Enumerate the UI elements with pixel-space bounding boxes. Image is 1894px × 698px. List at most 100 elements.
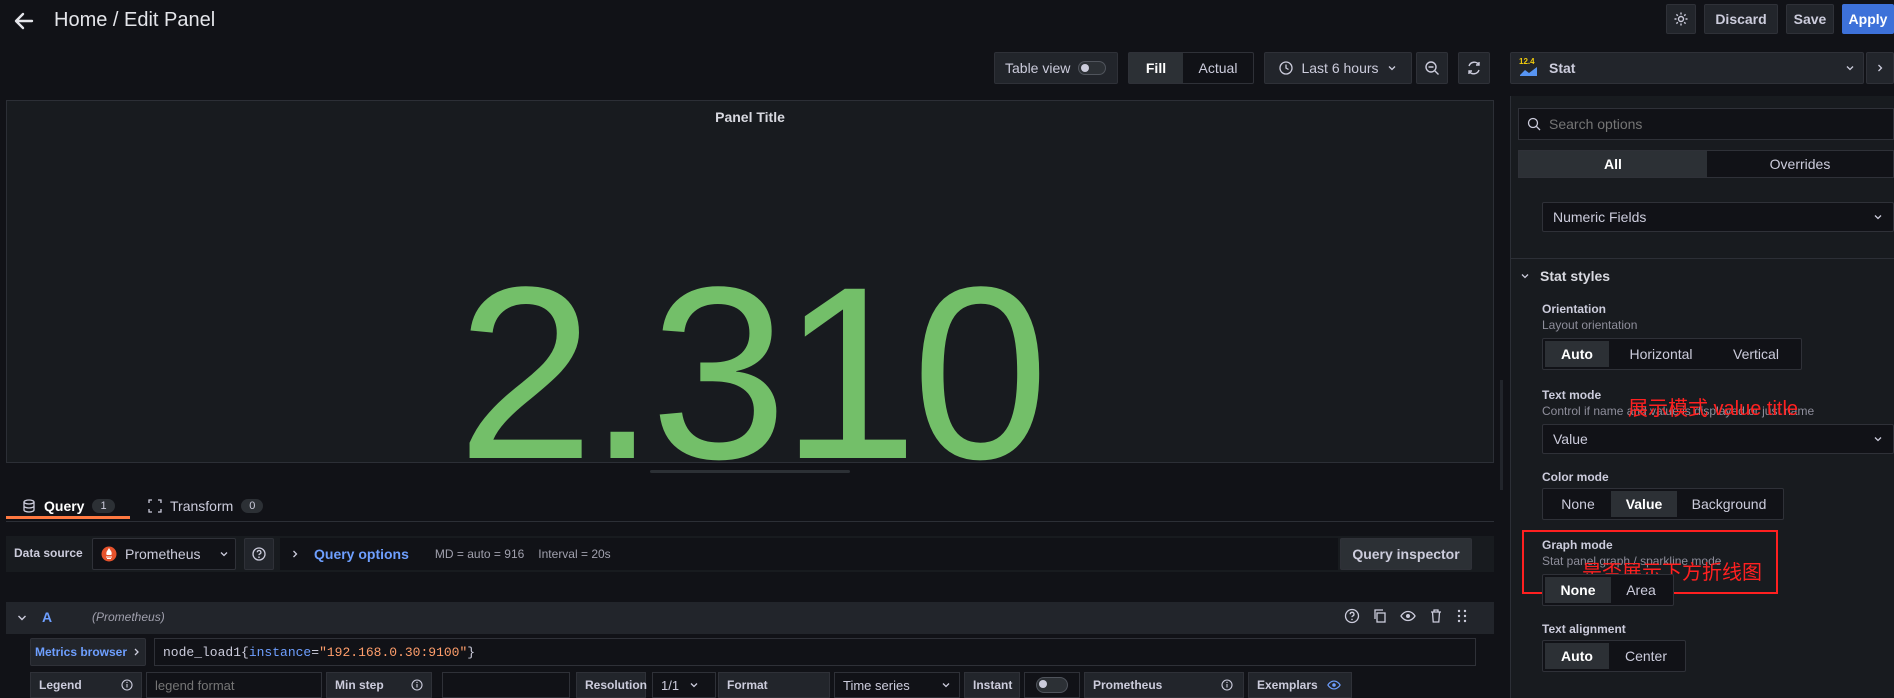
- color-mode-background[interactable]: Background: [1677, 491, 1781, 517]
- query-label-value: "192.168.0.30:9100": [319, 644, 468, 660]
- chevron-down-icon: [1520, 271, 1530, 281]
- exemplars-label: Exemplars: [1257, 678, 1318, 692]
- tab-transform-label: Transform: [170, 498, 234, 514]
- chevron-right-icon: [1875, 63, 1885, 73]
- chevron-down-icon[interactable]: [16, 612, 28, 624]
- text-mode-annotation: 展示模式 value title: [1628, 398, 1799, 420]
- discard-button[interactable]: Discard: [1704, 4, 1778, 34]
- chevron-down-icon: [219, 549, 229, 559]
- time-range-label: Last 6 hours: [1301, 60, 1379, 76]
- chevron-down-icon: [1873, 212, 1883, 222]
- min-step-input[interactable]: [442, 672, 570, 698]
- color-mode-value[interactable]: Value: [1611, 491, 1677, 517]
- fill-button[interactable]: Fill: [1129, 53, 1183, 83]
- text-alignment-center[interactable]: Center: [1609, 643, 1683, 669]
- query-source: (Prometheus): [92, 610, 165, 624]
- chevron-right-icon: [133, 647, 141, 657]
- exemplars-label-cell: Exemplars: [1248, 672, 1352, 698]
- metrics-browser-button[interactable]: Metrics browser: [30, 638, 146, 666]
- instant-toggle[interactable]: [1036, 677, 1068, 693]
- info-icon[interactable]: [1221, 679, 1233, 691]
- chevron-down-icon: [1387, 63, 1397, 73]
- fill-actual-group: Fill Actual: [1128, 52, 1254, 84]
- orientation-vertical[interactable]: Vertical: [1713, 341, 1799, 367]
- copy-icon[interactable]: [1372, 608, 1388, 624]
- text-mode-select[interactable]: Value: [1542, 424, 1894, 454]
- info-icon[interactable]: [411, 679, 423, 691]
- graph-mode-none[interactable]: None: [1545, 577, 1611, 603]
- query-letter[interactable]: A: [42, 609, 52, 625]
- stat-value: 2.310: [457, 236, 1049, 511]
- tab-transform[interactable]: Transform 0: [148, 492, 264, 520]
- graph-mode-radio: None Area: [1542, 574, 1674, 606]
- settings-button[interactable]: [1666, 4, 1696, 34]
- active-tab-indicator: [6, 516, 130, 519]
- prometheus-label-cell: Prometheus: [1084, 672, 1244, 698]
- query-actions: [1344, 608, 1468, 624]
- query-inspector-button[interactable]: Query inspector: [1340, 538, 1472, 570]
- resolution-select[interactable]: 1/1: [652, 672, 716, 698]
- orientation-horizontal[interactable]: Horizontal: [1609, 341, 1713, 367]
- apply-button[interactable]: Apply: [1842, 4, 1894, 34]
- collapse-options-button[interactable]: [1866, 52, 1894, 84]
- panel-title[interactable]: Panel Title: [7, 109, 1493, 125]
- text-alignment-title: Text alignment: [1542, 622, 1626, 636]
- stat-visualization-icon: 12.4: [1519, 57, 1539, 77]
- vertical-resize-handle[interactable]: [1500, 380, 1503, 490]
- info-icon[interactable]: [121, 679, 133, 691]
- format-value: Time series: [843, 677, 910, 693]
- text-alignment-auto[interactable]: Auto: [1545, 643, 1609, 669]
- drag-handle-icon[interactable]: [1456, 608, 1468, 624]
- panel-preview[interactable]: Panel Title 2.310: [6, 100, 1494, 497]
- query-label-key: instance: [248, 644, 312, 660]
- refresh-button[interactable]: [1458, 52, 1490, 84]
- eye-icon[interactable]: [1400, 608, 1416, 624]
- legend-format-input[interactable]: [146, 672, 322, 698]
- format-select[interactable]: Time series: [834, 672, 960, 698]
- legend-label: Legend: [39, 678, 82, 692]
- section-title: Stat styles: [1540, 268, 1611, 284]
- resolution-label: Resolution: [576, 672, 647, 698]
- chevron-down-icon: [941, 680, 951, 690]
- zoom-out-button[interactable]: [1416, 52, 1448, 84]
- question-circle-icon: [252, 547, 266, 561]
- chevron-right-icon: [290, 549, 300, 559]
- orientation-auto[interactable]: Auto: [1545, 341, 1609, 367]
- color-mode-none[interactable]: None: [1545, 491, 1611, 517]
- back-arrow-icon[interactable]: [12, 9, 36, 33]
- promql-query-input[interactable]: node_load1{instance = "192.168.0.30:9100"}: [154, 638, 1476, 666]
- legend-label-cell: Legend: [30, 672, 142, 698]
- md-info: MD = auto = 916: [434, 547, 525, 561]
- gear-icon: [1673, 11, 1689, 27]
- graph-mode-area[interactable]: Area: [1611, 577, 1671, 603]
- table-view-switch[interactable]: [1078, 61, 1107, 75]
- question-circle-icon[interactable]: [1344, 608, 1360, 624]
- actual-button[interactable]: Actual: [1183, 53, 1253, 83]
- eye-icon[interactable]: [1327, 678, 1341, 692]
- stat-styles-section-header[interactable]: Stat styles: [1520, 268, 1610, 284]
- tab-query-count: 1: [92, 499, 115, 513]
- table-view-toggle[interactable]: Table view: [994, 52, 1118, 84]
- trash-icon[interactable]: [1428, 608, 1444, 624]
- tab-query-label: Query: [44, 498, 85, 514]
- query-options-toggle[interactable]: Query options MD = auto = 916 Interval =…: [280, 538, 1338, 570]
- visualization-picker[interactable]: 12.4 Stat: [1510, 52, 1864, 84]
- refresh-icon: [1466, 60, 1482, 76]
- fields-select[interactable]: Numeric Fields: [1542, 202, 1894, 232]
- instant-label: Instant: [964, 672, 1020, 698]
- data-source-help-button[interactable]: [244, 538, 274, 570]
- transform-icon: [148, 499, 162, 513]
- instant-toggle-cell: [1024, 672, 1080, 698]
- tab-overrides[interactable]: Overrides: [1707, 151, 1893, 177]
- search-options-box[interactable]: [1518, 108, 1894, 140]
- search-options-input[interactable]: [1549, 116, 1849, 132]
- time-range-picker[interactable]: Last 6 hours: [1264, 52, 1412, 84]
- save-button[interactable]: Save: [1786, 4, 1834, 34]
- chevron-down-icon: [689, 680, 699, 690]
- prometheus-type-label: Prometheus: [1093, 678, 1163, 692]
- data-source-picker[interactable]: Prometheus: [92, 538, 236, 570]
- tab-all[interactable]: All: [1519, 151, 1707, 177]
- min-step-label-cell: Min step: [326, 672, 432, 698]
- options-tabs: All Overrides: [1518, 150, 1894, 178]
- resize-handle[interactable]: [650, 470, 850, 473]
